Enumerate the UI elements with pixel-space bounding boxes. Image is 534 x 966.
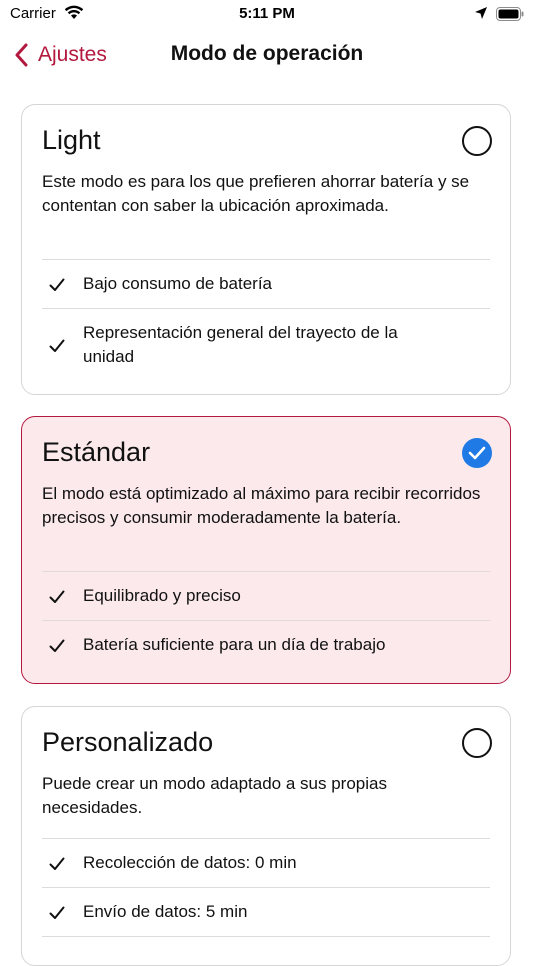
feature-text: Envío de datos: 5 min [83, 902, 248, 921]
checkmark-icon [468, 446, 486, 460]
page-title: Modo de operación [170, 42, 364, 65]
feature-row: Recolección de datos: 0 min [42, 838, 490, 887]
navigation-bar: Ajustes Modo de operación [0, 28, 534, 84]
mode-description: Puede crear un modo adaptado a sus propi… [42, 774, 387, 817]
feature-row: Envío de datos: 5 min [42, 887, 490, 936]
feature-row: Representación general del trayecto de l… [42, 308, 490, 389]
mode-card-estandar[interactable]: Estándar El modo está optimizado al máxi… [21, 416, 511, 684]
check-icon [49, 854, 65, 878]
mode-title: Light [42, 125, 101, 155]
mode-title: Personalizado [42, 727, 214, 757]
mode-description: El modo está optimizado al máximo para r… [42, 484, 481, 527]
check-icon [49, 336, 65, 360]
feature-text: Recolección de datos: 0 min [83, 853, 297, 872]
radio-selected[interactable] [462, 438, 492, 468]
check-icon [49, 636, 65, 660]
clock: 5:11 PM [239, 5, 295, 22]
check-icon [49, 903, 65, 927]
mode-title: Estándar [42, 437, 151, 467]
mode-description: Este modo es para los que prefieren ahor… [42, 172, 470, 215]
feature-row: Batería suficiente para un día de trabaj… [42, 620, 490, 669]
check-icon [49, 587, 65, 611]
feature-row: Equilibrado y preciso [42, 571, 490, 620]
feature-divider [42, 936, 490, 957]
radio-unselected[interactable] [462, 728, 492, 758]
status-bar: Carrier 5:11 PM [0, 0, 534, 28]
feature-text: Bajo consumo de batería [83, 274, 273, 293]
feature-row: Bajo consumo de batería [42, 259, 490, 308]
mode-card-personalizado[interactable]: Personalizado Puede crear un modo adapta… [21, 706, 511, 966]
feature-text: Equilibrado y preciso [83, 586, 241, 605]
feature-text: Representación general del trayecto de l… [83, 323, 398, 366]
radio-unselected[interactable] [462, 126, 492, 156]
battery-icon [496, 7, 524, 21]
feature-text: Batería suficiente para un día de trabaj… [83, 635, 386, 654]
location-arrow-icon [474, 6, 488, 24]
check-icon [49, 275, 65, 299]
mode-card-light[interactable]: Light Este modo es para los que prefiere… [21, 104, 511, 395]
